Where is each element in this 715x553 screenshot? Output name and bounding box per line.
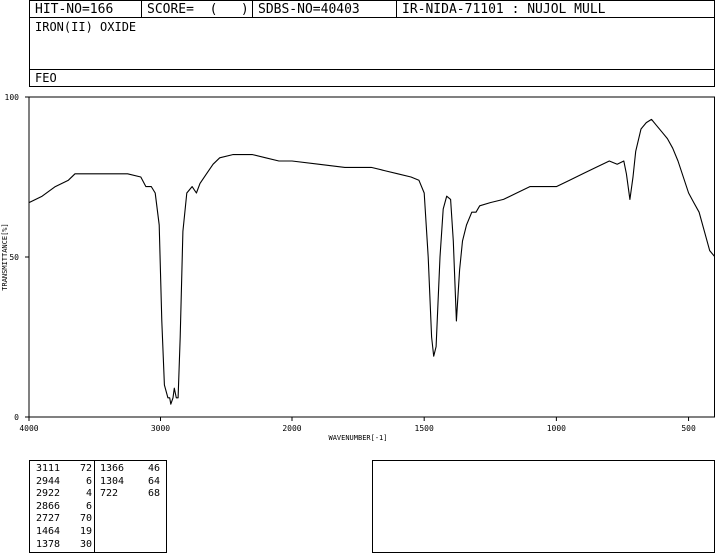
peak-row: 1304 64 [100, 476, 160, 489]
peak-wavenumber: 2866 [36, 500, 61, 512]
peak-wavenumber: 1464 [36, 525, 61, 537]
peak-wavenumber: 1378 [36, 538, 61, 550]
peak-transmittance: 19 [79, 525, 92, 537]
peak-row: 722 68 [100, 488, 160, 501]
peak-row: 3111 72 [36, 463, 92, 476]
peak-row: 1366 46 [100, 463, 160, 476]
y-tick-label: 0 [14, 413, 19, 422]
x-tick-label: 1500 [415, 424, 434, 433]
peak-wavenumber: 2944 [36, 475, 61, 487]
y-tick-label: 100 [5, 93, 20, 102]
x-tick-label: 4000 [19, 424, 38, 433]
peak-column-1: 3111 72 2944 6 2922 4 2866 6 2727 70 1464 19 1378 30 [36, 463, 92, 551]
peak-wavenumber: 722 [100, 488, 119, 500]
peak-transmittance: 30 [79, 538, 92, 550]
peak-table: 3111 72 2944 6 2922 4 2866 6 2727 70 1464 19 1378 30 … [29, 460, 167, 553]
peak-row: 2866 6 [36, 501, 92, 514]
peak-table-divider [94, 461, 95, 552]
peak-transmittance: 6 [85, 475, 92, 487]
peak-transmittance: 72 [79, 463, 92, 474]
x-tick-label: 3000 [151, 424, 170, 433]
peak-transmittance: 4 [85, 488, 92, 500]
peak-column-2: 1366 46 1304 64 722 68 [100, 463, 160, 501]
y-axis-label: TRANSMITTANCE[%] [1, 223, 9, 290]
x-tick-label: 500 [681, 424, 696, 433]
peak-transmittance: 64 [147, 475, 160, 487]
x-tick-label: 1000 [547, 424, 566, 433]
peak-row: 2944 6 [36, 476, 92, 489]
structure-box [372, 460, 715, 553]
peak-row: 1464 19 [36, 526, 92, 539]
ir-spectrum-chart: 4000 3000 2000 1500 1000 500 0 50 100 WAVENUMBER[… [1, 93, 715, 442]
spectrum-trace [28, 118, 715, 405]
peak-row: 2727 70 [36, 513, 92, 526]
peak-transmittance: 46 [147, 463, 160, 474]
x-axis-label: WAVENUMBER[-1] [328, 434, 387, 442]
peak-wavenumber: 3111 [36, 463, 61, 474]
peak-wavenumber: 1366 [100, 463, 125, 474]
peak-transmittance: 70 [79, 513, 92, 525]
peak-wavenumber: 2922 [36, 488, 61, 500]
peak-row: 1378 30 [36, 539, 92, 552]
y-tick-label: 50 [9, 253, 19, 262]
peak-wavenumber: 2727 [36, 513, 61, 525]
peak-row: 2922 4 [36, 488, 92, 501]
peak-transmittance: 68 [147, 488, 160, 500]
peak-wavenumber: 1304 [100, 475, 125, 487]
peak-transmittance: 6 [85, 500, 92, 512]
plot-frame [28, 96, 715, 418]
x-tick-label: 2000 [282, 424, 301, 433]
